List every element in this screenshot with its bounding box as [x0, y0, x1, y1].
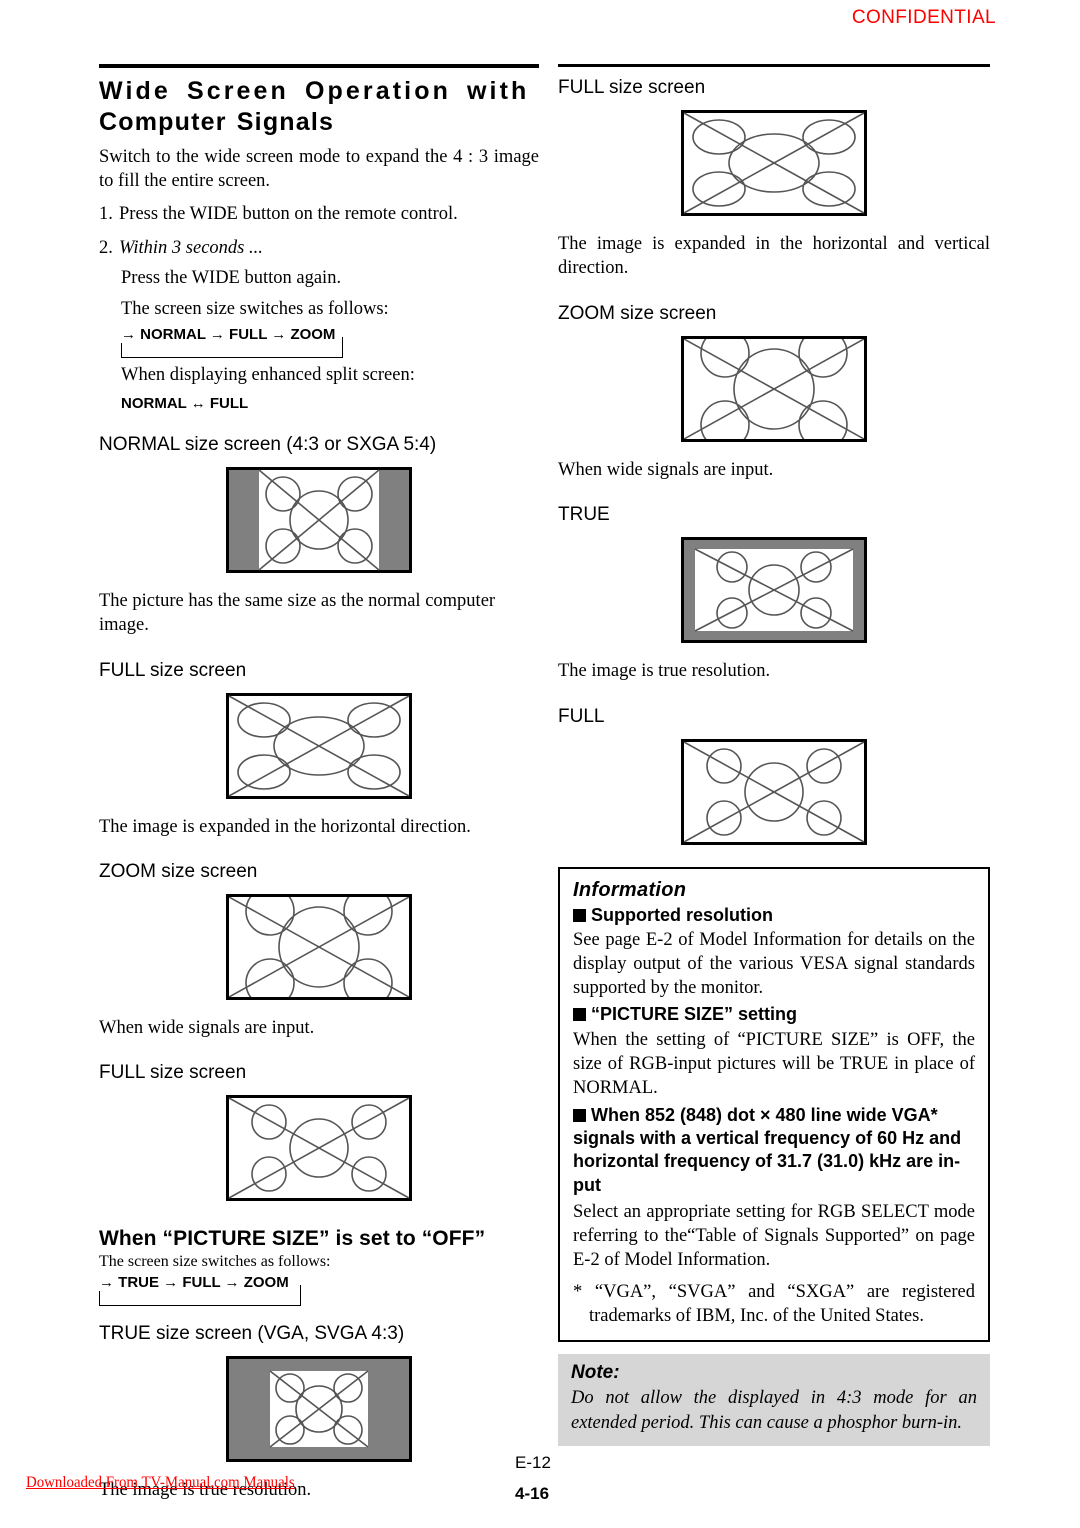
information-paragraph-2: When the setting of “PICTURE SIZE” is OF… [573, 1029, 975, 1098]
mode-cycle-normal: → NORMAL → FULL → ZOOM [121, 326, 343, 359]
page-title-line2: Computer Signals [99, 108, 335, 137]
full-size-2-svg [226, 1095, 412, 1202]
step-1-text: Press the WIDE button on the remote cont… [119, 204, 458, 225]
right-column: FULL size screen The image is expanded i… [558, 64, 990, 1447]
zoom-size-svg [226, 894, 412, 1001]
intro-paragraph: Switch to the wide screen mode to expand… [99, 146, 539, 191]
page-number-section: 4-16 [515, 1484, 550, 1503]
desc-r-full-size: The image is expanded in the horizontal … [558, 234, 990, 279]
diagram-zoom-size [226, 894, 412, 1001]
information-footnote: * “VGA”, “SVGA” and “SXGA” are registere… [573, 1282, 975, 1327]
note-box: Note: Do not allow the displayed in 4:3 … [558, 1354, 990, 1447]
full-size-svg [226, 692, 412, 799]
page-title-line1: Wide Screen Operation with [99, 77, 530, 105]
step-1-number: 1. [99, 204, 113, 225]
square-bullet-icon [573, 1108, 586, 1122]
diagram-r-full-size [681, 110, 867, 216]
caption-r-true: TRUE [558, 504, 610, 526]
diagram-normal-size [226, 466, 412, 573]
information-bullet-2: “PICTURE SIZE” setting [573, 1003, 975, 1026]
page-number-english: E-12 [515, 1453, 551, 1472]
title-rule [99, 64, 539, 68]
split-screen-note: When displaying enhanced split screen: [121, 365, 415, 386]
step-2: 2. Within 3 seconds ... [99, 236, 539, 261]
confidential-stamp: CONFIDENTIAL [851, 7, 996, 28]
r-zoom-size-svg [681, 335, 867, 442]
information-bullet-2-text: “PICTURE SIZE” setting [591, 1004, 798, 1025]
r-full2-svg [681, 738, 867, 845]
mode-cycle-true: → TRUE → FULL → ZOOM [99, 1274, 301, 1307]
mode-cycle-true-labels: → TRUE → FULL → ZOOM [99, 1274, 292, 1292]
download-source-link[interactable]: Downloaded From TV-Manual.com Manuals [26, 1474, 295, 1492]
information-bullet-3-text: When 852 (848) dot × 480 line wide VGA* … [573, 1104, 962, 1195]
information-paragraph-3: Select an appropriate setting for RGB SE… [573, 1202, 975, 1271]
section-sub-text: The screen size switches as follows: [99, 1253, 331, 1271]
step-2-sub2: The screen size switches as follows: [121, 298, 389, 319]
square-bullet-icon [573, 908, 586, 922]
diagram-r-full2 [681, 738, 867, 845]
caption-r-full-size: FULL size screen [558, 77, 706, 98]
diagram-r-true [681, 537, 867, 644]
step-1: 1. Press the WIDE button on the remote c… [99, 202, 539, 227]
step-2-number: 2. [99, 238, 113, 259]
information-bullet-1-text: Supported resolution [591, 904, 773, 925]
diagram-r-zoom-size [681, 335, 867, 442]
information-heading: Information [573, 878, 687, 901]
page-title: Wide Screen Operation with Computer Sign… [99, 76, 539, 139]
caption-full-size: FULL size screen [99, 659, 247, 681]
desc-full-size: The image is expanded in the horizontal … [99, 816, 471, 837]
caption-full-size-2: FULL size screen [99, 1062, 247, 1084]
diagram-true-size [226, 1356, 412, 1463]
desc-r-zoom-size: When wide signals are input. [558, 459, 774, 480]
information-paragraph-1: See page E-2 of Model Information for de… [573, 930, 975, 999]
information-bullet-1: Supported resolution [573, 904, 975, 927]
caption-zoom-size: ZOOM size screen [99, 861, 258, 883]
left-column: Wide Screen Operation with Computer Sign… [99, 64, 539, 1503]
document-page: CONFIDENTIAL Wide Screen Operation with … [0, 0, 1080, 1528]
section-picture-size-off: When “PICTURE SIZE” is set to “OFF” [99, 1227, 486, 1251]
desc-zoom-size: When wide signals are input. [99, 1018, 315, 1039]
r-true-svg [681, 537, 867, 644]
normal-size-svg [226, 466, 412, 573]
information-box: Information Supported resolution See pag… [558, 866, 990, 1343]
caption-r-zoom-size: ZOOM size screen [558, 302, 717, 324]
note-text: Do not allow the displayed in 4:3 mode f… [571, 1388, 977, 1433]
r-full-size-svg [681, 110, 867, 216]
mode-cycle-labels: → NORMAL → FULL → ZOOM [121, 326, 339, 344]
mode-cycle-split: NORMAL ↔ FULL [121, 394, 249, 412]
diagram-full-size-2 [226, 1095, 412, 1202]
step-2-sub1: Press the WIDE button again. [121, 268, 342, 289]
desc-normal-size: The picture has the same size as the nor… [99, 590, 496, 636]
true-size-svg [226, 1356, 412, 1463]
step-2-text: Within 3 seconds ... [119, 238, 263, 259]
note-heading: Note: [571, 1362, 620, 1384]
caption-r-full2: FULL [558, 705, 605, 727]
caption-true-size: TRUE size screen (VGA, SVGA 4:3) [99, 1323, 405, 1345]
diagram-full-size [226, 692, 412, 799]
information-bullet-3: When 852 (848) dot × 480 line wide VGA* … [573, 1104, 975, 1198]
caption-normal-size: NORMAL size screen (4:3 or SXGA 5:4) [99, 433, 437, 455]
desc-r-true: The image is true resolution. [558, 661, 771, 682]
square-bullet-icon [573, 1008, 586, 1022]
right-column-rule [558, 64, 990, 67]
